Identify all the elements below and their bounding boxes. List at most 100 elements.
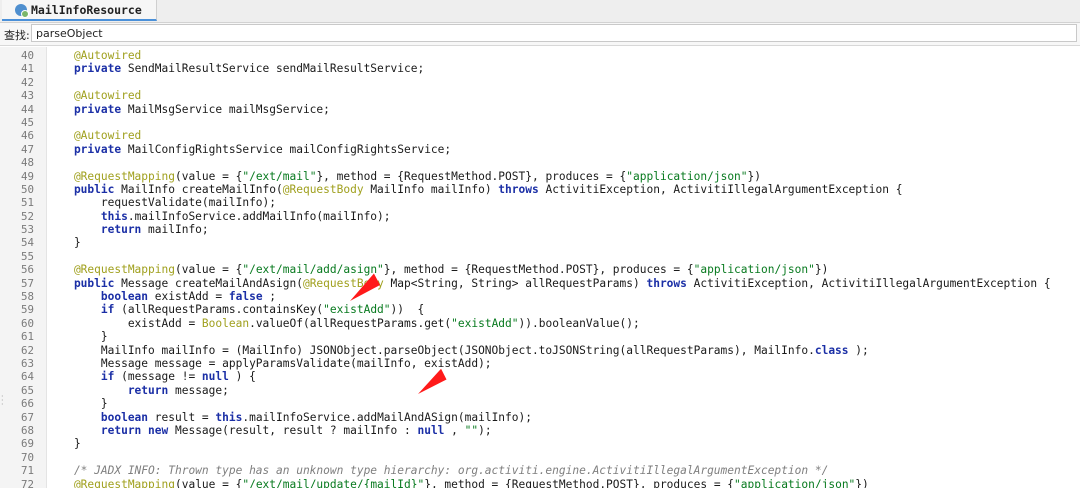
line-number: 64: [20, 370, 34, 384]
code-token: "/ext/mail/update/{mailId}": [242, 477, 425, 488]
tab-mailinforesource[interactable]: MailInfoResource: [2, 0, 157, 21]
code-token: ActivitiException, ActivitiIllegalArgume…: [686, 276, 1051, 290]
line-number: 71: [20, 464, 34, 478]
code-token: null: [201, 370, 236, 384]
code-token: }): [747, 169, 762, 183]
line-number: 54: [20, 236, 34, 250]
code-token: (value = {: [174, 263, 243, 277]
code-text: if (message != null ) {: [47, 370, 256, 383]
code-text: public Message createMailAndAsign(@Reque…: [47, 277, 1051, 290]
code-token: (value = {: [174, 169, 243, 183]
code-token: "existAdd": [323, 303, 391, 317]
code-token: false: [228, 290, 270, 304]
code-token: if: [47, 370, 115, 384]
code-token: "": [464, 423, 479, 437]
line-number: 56: [20, 263, 34, 277]
line-number: 48: [20, 156, 34, 170]
code-token: return: [47, 223, 142, 237]
line-number: 57: [20, 276, 34, 290]
code-token: MailInfo mailInfo = (MailInfo) JSONObjec…: [47, 343, 815, 357]
code-text: public MailInfo createMailInfo(@RequestB…: [47, 182, 903, 196]
code-token: }: [47, 330, 108, 344]
code-line: 48: [0, 156, 1080, 169]
code-token: .mailInfoService.addMailInfo(mailInfo);: [127, 209, 391, 223]
code-token: /* JADX INFO: Thrown type has an unknown…: [47, 464, 829, 478]
line-number: 72: [20, 477, 34, 488]
code-text: private MailMsgService mailMsgService;: [47, 103, 330, 116]
find-label: 查找:: [4, 29, 30, 42]
code-token: )) {: [390, 303, 425, 317]
line-number: 60: [20, 316, 34, 330]
code-line: 63 Message message = applyParamsValidate…: [0, 357, 1080, 370]
code-line: 59 if (allRequestParams.containsKey("exi…: [0, 303, 1080, 316]
code-line: 65 return message;: [0, 384, 1080, 397]
code-token: );: [855, 343, 869, 357]
code-line: 46 @Autowired: [0, 129, 1080, 142]
code-line: 57 public Message createMailAndAsign(@Re…: [0, 277, 1080, 290]
editor-tab-bar: MailInfoResource: [0, 0, 1080, 23]
code-line: 47 private MailConfigRightsService mailC…: [0, 143, 1080, 156]
code-token: existAdd =: [148, 290, 229, 304]
code-line: 53 return mailInfo;: [0, 223, 1080, 236]
code-text: /* JADX INFO: Thrown type has an unknown…: [47, 464, 828, 477]
code-text: }: [47, 330, 108, 343]
line-number: 52: [20, 209, 34, 223]
code-token: .valueOf(allRequestParams.get(: [249, 316, 452, 330]
line-number: 50: [20, 182, 34, 196]
tab-label: MailInfoResource: [31, 2, 142, 17]
code-token: }, method = {RequestMethod.POST}, produc…: [316, 169, 627, 183]
code-token: Message(result, result ? mailInfo :: [168, 423, 418, 437]
find-bar: 查找:: [0, 23, 1080, 46]
code-token: existAdd =: [47, 316, 202, 330]
line-number: 67: [20, 410, 34, 424]
code-token: ;: [269, 290, 277, 304]
code-text: @Autowired: [47, 129, 141, 142]
line-number: 47: [20, 142, 34, 156]
code-token: result =: [148, 410, 216, 424]
code-text: @Autowired: [47, 89, 141, 102]
code-token: public: [47, 276, 115, 290]
code-text: if (allRequestParams.containsKey("existA…: [47, 303, 424, 316]
code-token: "existAdd": [451, 316, 519, 330]
code-token: if: [47, 303, 115, 317]
code-text: @RequestMapping(value = {"/ext/mail"}, m…: [47, 170, 761, 183]
code-token: (allRequestParams.containsKey(: [114, 303, 324, 317]
code-token: private: [47, 102, 122, 116]
code-editor[interactable]: · · · 40 @Autowired 41 private SendMailResu…: [0, 47, 1080, 488]
code-token: return: [47, 383, 169, 397]
code-line: 60 existAdd = Boolean.valueOf(allRequest…: [0, 317, 1080, 330]
code-line: 58 boolean existAdd = false ;: [0, 290, 1080, 303]
code-token: throws: [646, 276, 687, 290]
code-text: @RequestMapping(value = {"/ext/mail/add/…: [47, 263, 828, 276]
code-lines: 40 @Autowired 41 private SendMailResultSe…: [0, 49, 1080, 488]
code-line: 68 return new Message(result, result ? m…: [0, 424, 1080, 437]
code-text: Message message = applyParamsValidate(ma…: [47, 357, 492, 370]
code-token: @RequestBody: [282, 182, 364, 196]
code-line: 61 }: [0, 330, 1080, 343]
line-number: 43: [20, 89, 34, 103]
line-number: 44: [20, 102, 34, 116]
code-line: 43 @Autowired: [0, 89, 1080, 102]
code-line: 56 @RequestMapping(value = {"/ext/mail/a…: [0, 263, 1080, 276]
code-line: 69 }: [0, 437, 1080, 450]
line-number: 58: [20, 290, 34, 304]
code-text: private SendMailResultService sendMailRe…: [47, 62, 424, 75]
code-line: 52 this.mailInfoService.addMailInfo(mail…: [0, 210, 1080, 223]
code-token: }): [855, 477, 869, 488]
code-token: Map<String, String> allRequestParams): [383, 276, 647, 290]
code-line: 50 public MailInfo createMailInfo(@Reque…: [0, 183, 1080, 196]
find-input[interactable]: [31, 24, 1077, 42]
line-number: 55: [20, 249, 34, 263]
code-token: .mailInfoService.addMailAndASign(mailInf…: [242, 410, 532, 424]
code-token: @RequestMapping: [47, 169, 175, 183]
code-token: Message message = applyParamsValidate(ma…: [47, 356, 492, 370]
code-token: null: [417, 423, 452, 437]
code-line: 42: [0, 76, 1080, 89]
code-text: }: [47, 437, 81, 450]
code-token: this: [215, 410, 243, 424]
code-token: }: [47, 437, 81, 451]
code-text: boolean existAdd = false ;: [47, 290, 276, 303]
code-token: MailMsgService mailMsgService;: [121, 102, 330, 116]
code-text: private MailConfigRightsService mailConf…: [47, 143, 451, 156]
code-line: 41 private SendMailResultService sendMai…: [0, 62, 1080, 75]
